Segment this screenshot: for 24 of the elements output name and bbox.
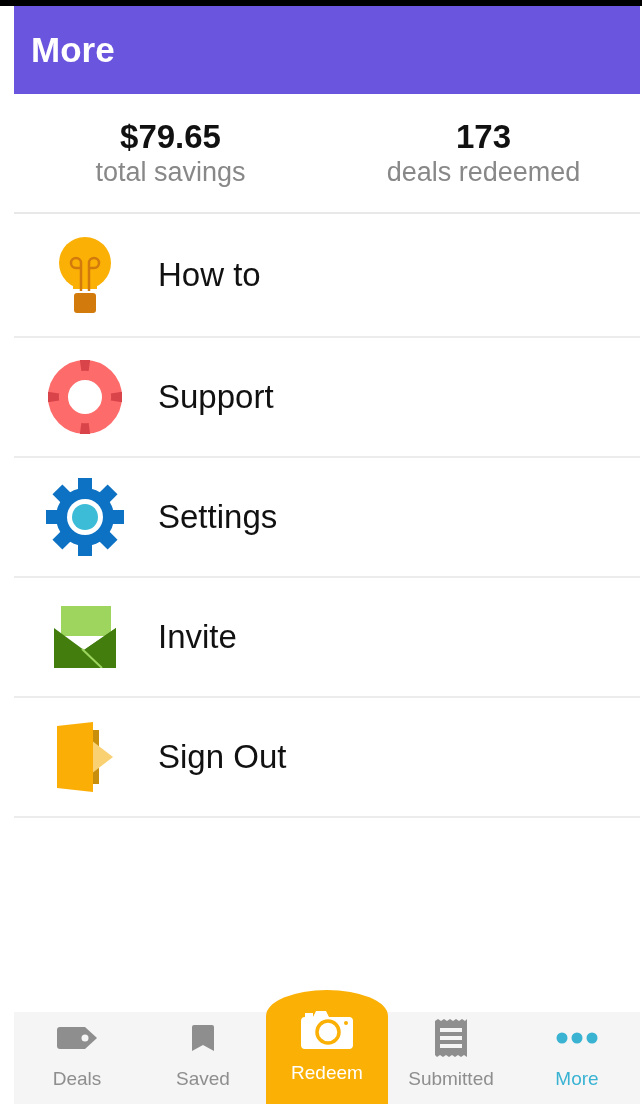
menu-label: Invite bbox=[158, 618, 237, 656]
tag-icon bbox=[57, 1027, 97, 1049]
envelope-icon bbox=[54, 606, 116, 668]
menu-item[interactable]: Settings bbox=[14, 458, 640, 578]
menu-label: Settings bbox=[158, 498, 278, 536]
stat-label: deals redeemed bbox=[386, 156, 581, 188]
door-exit-icon bbox=[55, 722, 115, 792]
menu-label: Sign Out bbox=[158, 738, 287, 776]
lifebuoy-icon bbox=[48, 360, 122, 434]
bookmark-icon bbox=[192, 1025, 214, 1051]
page-title: More bbox=[31, 30, 115, 70]
camera-icon bbox=[301, 1009, 353, 1049]
stat-value: $79.65 bbox=[120, 118, 221, 156]
menu-item[interactable]: How to bbox=[14, 214, 640, 338]
receipt-icon bbox=[435, 1019, 467, 1057]
menu-label: Support bbox=[158, 378, 274, 416]
menu-item[interactable]: Sign Out bbox=[14, 698, 640, 818]
menu-item[interactable]: Support bbox=[14, 338, 640, 458]
gear-icon bbox=[46, 478, 124, 556]
menu-item[interactable]: Invite bbox=[14, 578, 640, 698]
stat-value: 173 bbox=[455, 118, 512, 156]
stat-label: total savings bbox=[95, 156, 246, 188]
more-dots-icon bbox=[556, 1032, 598, 1044]
menu-label: How to bbox=[158, 256, 261, 294]
